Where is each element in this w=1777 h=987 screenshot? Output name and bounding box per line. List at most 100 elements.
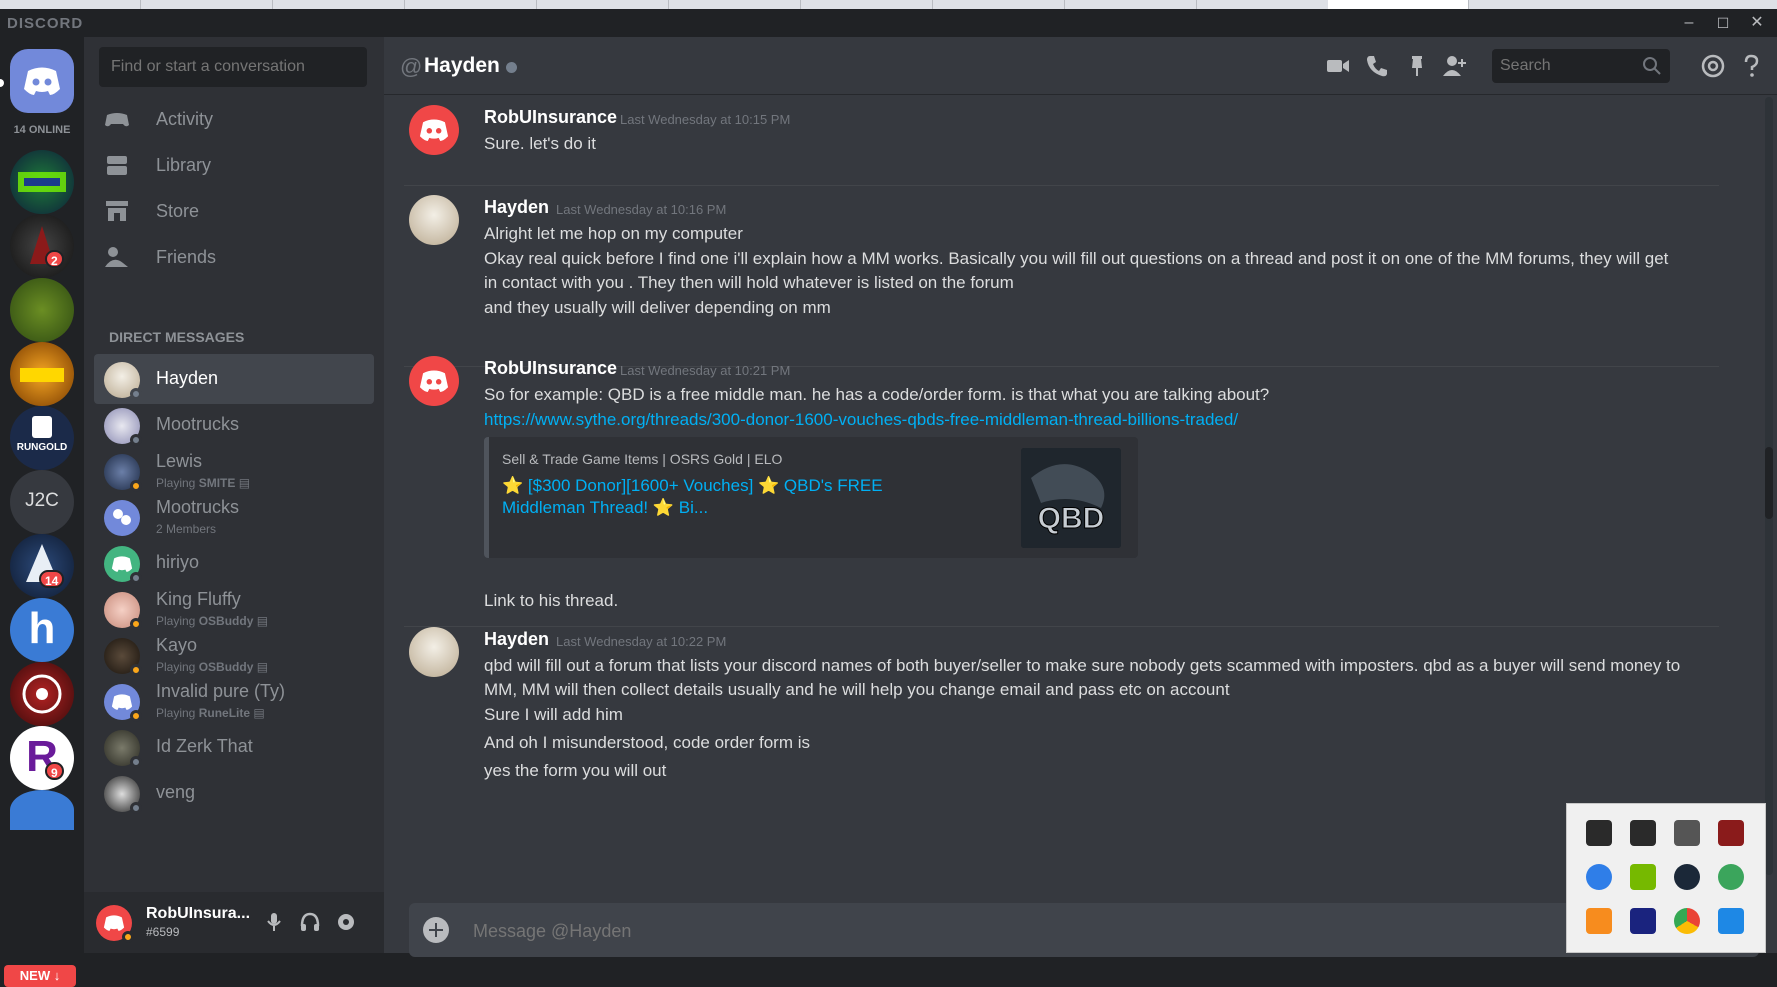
guild-icon-j2c[interactable]: J2C <box>10 470 74 534</box>
nvidia-icon[interactable] <box>1630 864 1656 890</box>
message-timestamp: Last Wednesday at 10:22 PM <box>556 634 727 649</box>
dm-item-lewis[interactable]: Lewis Playing SMITE ▤ <box>94 446 374 496</box>
browser-tab-active[interactable] <box>1328 0 1469 9</box>
dm-item-king-fluffy[interactable]: King Fluffy Playing OSBuddy ▤ <box>94 584 374 634</box>
browser-tab[interactable] <box>800 0 933 9</box>
tray-app-icon[interactable] <box>1718 908 1744 934</box>
maximize-button[interactable]: ☐ <box>1710 12 1736 34</box>
pin-icon[interactable] <box>1404 53 1430 79</box>
embed-thumbnail[interactable]: QBD <box>1021 448 1121 548</box>
message-text: Alright let me hop on my computer <box>484 224 743 243</box>
find-conversation-input[interactable] <box>99 47 367 87</box>
browser-tab[interactable] <box>1064 0 1197 9</box>
nav-library[interactable]: Library <box>94 143 374 187</box>
nav-friends-label: Friends <box>156 247 217 267</box>
tray-app-icon[interactable] <box>1674 820 1700 846</box>
message-author[interactable]: RobUInsurance <box>484 107 617 128</box>
tray-app-icon[interactable] <box>1718 864 1744 890</box>
search-icon[interactable] <box>1642 56 1662 76</box>
guild-icon-r[interactable]: R <box>10 726 74 790</box>
dm-item-veng[interactable]: veng <box>94 768 374 818</box>
tray-app-icon[interactable] <box>1718 820 1744 846</box>
tray-app-icon[interactable] <box>1630 908 1656 934</box>
browser-tab[interactable] <box>140 0 273 9</box>
message-timestamp: Last Wednesday at 10:16 PM <box>556 202 727 217</box>
guild-icon-partial[interactable] <box>10 790 74 830</box>
guild-icon-next-level[interactable] <box>10 150 74 214</box>
dm-item-mootrucks[interactable]: Mootrucks <box>94 400 374 450</box>
microphone-icon[interactable] <box>262 910 286 934</box>
message-timestamp: Last Wednesday at 10:15 PM <box>620 112 791 127</box>
guild-icon-h[interactable]: h <box>10 598 74 662</box>
people-icon <box>113 509 131 525</box>
close-button[interactable]: ✕ <box>1744 12 1770 34</box>
author-avatar[interactable] <box>409 105 459 155</box>
gear-icon[interactable] <box>334 910 358 934</box>
browser-tab[interactable] <box>932 0 1065 9</box>
guild-icon-server-7[interactable] <box>10 534 74 598</box>
guild-icon-resilience[interactable] <box>10 214 74 278</box>
dm-item-kayo[interactable]: Kayo Playing OSBuddy ▤ <box>94 630 374 680</box>
dm-name: Lewis <box>156 451 203 471</box>
message-text: qbd will fill out a forum that lists you… <box>484 656 1681 699</box>
tray-app-icon[interactable] <box>1630 820 1656 846</box>
browser-tab[interactable] <box>0 0 141 9</box>
author-avatar[interactable] <box>409 627 459 677</box>
message-author[interactable]: RobUInsurance <box>484 358 617 379</box>
j2c-label: J2C <box>25 490 59 511</box>
browser-tab[interactable] <box>404 0 537 9</box>
dm-item-hiriyo[interactable]: hiriyo <box>94 538 374 588</box>
video-call-icon[interactable] <box>1325 53 1351 79</box>
upload-button[interactable] <box>423 917 449 943</box>
dm-item-id-zerk-that[interactable]: Id Zerk That <box>94 722 374 772</box>
scrollbar-thumb[interactable] <box>1765 447 1773 519</box>
tray-app-icon[interactable] <box>1586 820 1612 846</box>
nav-library-label: Library <box>156 155 212 175</box>
status-indicator <box>130 480 142 492</box>
browser-tab[interactable] <box>272 0 405 9</box>
author-avatar[interactable] <box>409 356 459 406</box>
browser-tab[interactable] <box>1196 0 1329 9</box>
user-name: RobUInsura... <box>146 905 251 922</box>
sailboat-icon <box>26 544 58 582</box>
dm-sidebar: Activity Library Store Friends DIRECT ME… <box>84 37 384 953</box>
voice-call-icon[interactable] <box>1364 53 1390 79</box>
guild-icon-rungold[interactable]: RUNGOLD <box>10 406 74 470</box>
dm-item-invalid-pure[interactable]: Invalid pure (Ty) Playing RuneLite ▤ <box>94 676 374 726</box>
dm-item-hayden[interactable]: Hayden <box>94 354 374 404</box>
headphones-icon[interactable] <box>298 910 322 934</box>
browser-tab[interactable] <box>668 0 801 9</box>
embed-title[interactable]: ⭐ [$300 Donor][1600+ Vouches] ⭐ QBD's FR… <box>502 475 932 519</box>
message-author[interactable]: Hayden <box>484 197 549 218</box>
chat-title: Hayden <box>424 54 500 77</box>
browser-tab[interactable] <box>536 0 669 9</box>
message-author[interactable]: Hayden <box>484 629 549 650</box>
nav-activity[interactable]: Activity <box>94 97 374 141</box>
status-indicator <box>130 664 142 676</box>
home-button[interactable] <box>10 49 74 113</box>
new-unreads-pill[interactable]: NEW ↓ <box>4 965 76 987</box>
add-friend-icon[interactable] <box>1442 53 1468 79</box>
message-scrollbar[interactable] <box>1765 97 1773 875</box>
message-input[interactable] <box>471 903 1375 959</box>
message-group: Hayden Last Wednesday at 10:22 PM qbd wi… <box>384 617 1724 877</box>
help-icon[interactable] <box>1738 53 1764 79</box>
minimize-button[interactable]: – <box>1676 12 1702 34</box>
chrome-icon[interactable] <box>1674 908 1700 934</box>
tray-app-icon[interactable] <box>1586 908 1612 934</box>
steam-icon[interactable] <box>1674 864 1700 890</box>
nav-friends[interactable]: Friends <box>94 235 374 279</box>
dm-name: Kayo <box>156 635 198 655</box>
guild-icon-server-9[interactable] <box>10 662 74 726</box>
author-avatar[interactable] <box>409 195 459 245</box>
rungold-label: RUNGOLD <box>16 442 68 453</box>
message-link[interactable]: https://www.sythe.org/threads/300-donor-… <box>484 408 1684 432</box>
nav-store[interactable]: Store <box>94 189 374 233</box>
guild-icon-server-3[interactable] <box>10 278 74 342</box>
guild-icon-rune-treasure[interactable] <box>10 342 74 406</box>
bluetooth-icon[interactable] <box>1586 864 1612 890</box>
dm-item-group-mootrucks[interactable]: Mootrucks 2 Members <box>94 492 374 542</box>
embed-provider[interactable]: Sell & Trade Game Items | OSRS Gold | EL… <box>502 451 782 467</box>
dm-name: Id Zerk That <box>156 736 253 756</box>
mention-icon[interactable] <box>1700 53 1726 79</box>
